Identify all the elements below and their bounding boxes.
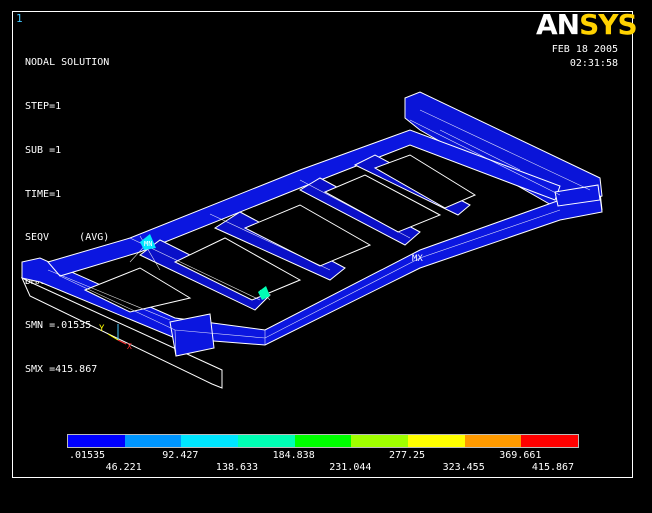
min-marker: MN (144, 240, 152, 248)
legend-color-3 (238, 435, 295, 447)
legend-color-4 (294, 435, 352, 447)
svg-text:Y: Y (99, 324, 105, 334)
legend-color-6 (408, 435, 465, 447)
vehicle-frame (21, 91, 603, 357)
legend-color-7 (464, 435, 522, 447)
legend-color-8 (521, 435, 579, 447)
legend-color-1 (124, 435, 182, 447)
max-marker: MX (412, 254, 423, 264)
contour-legend (67, 434, 579, 448)
legend-color-0 (68, 435, 125, 447)
legend-color-5 (351, 435, 409, 447)
svg-text:X: X (127, 342, 132, 351)
legend-color-2 (181, 435, 239, 447)
